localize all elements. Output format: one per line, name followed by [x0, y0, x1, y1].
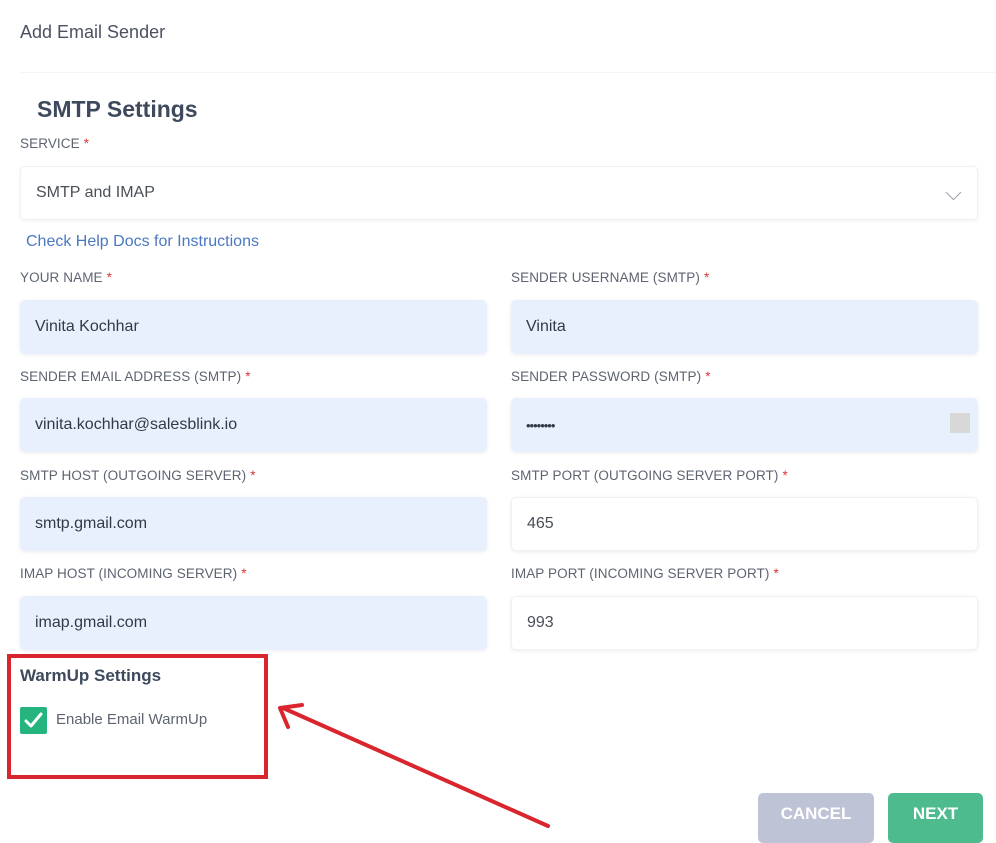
annotation-arrow-icon [278, 703, 550, 828]
cancel-button[interactable]: CANCEL [758, 793, 874, 843]
next-button[interactable]: NEXT [888, 793, 983, 843]
